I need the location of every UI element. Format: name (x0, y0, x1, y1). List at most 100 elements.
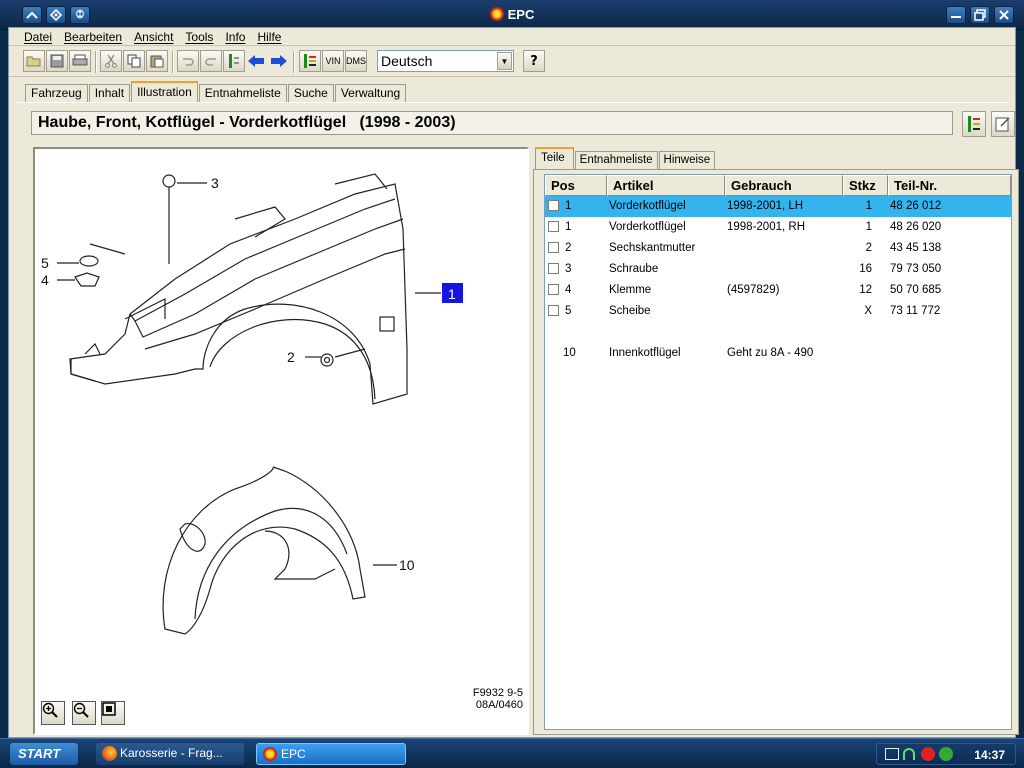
antivirus-icon[interactable] (921, 747, 935, 761)
tab-hinweise[interactable]: Hinweise (658, 151, 716, 169)
chevron-down-icon[interactable]: ▼ (497, 52, 512, 70)
cell-gebrauch: Geht zu 8A - 490 (727, 347, 814, 359)
callout-10[interactable]: 10 (399, 557, 415, 573)
table-row[interactable]: 2 Sechskantmutter 2 43 45 138 (545, 238, 1011, 259)
help-button[interactable]: ? (523, 50, 545, 72)
cell-gebrauch: 1998-2001, RH (727, 221, 805, 233)
menu-tools[interactable]: Tools (185, 28, 213, 45)
callout-2[interactable]: 2 (287, 349, 295, 365)
taskbar: START Karosserie - Frag... EPC 14:37 (0, 738, 1024, 768)
task-epc[interactable]: EPC (256, 743, 406, 765)
row-checkbox[interactable] (548, 284, 559, 295)
tab-illustration[interactable]: Illustration (131, 81, 198, 102)
parts-list-icon[interactable] (299, 50, 321, 72)
table-row[interactable]: 5 Scheibe X 73 11 772 (545, 301, 1011, 322)
parts-list-icon[interactable] (962, 111, 986, 137)
column-teil-nr[interactable]: Teil-Nr. (888, 175, 1011, 196)
paste-icon[interactable] (146, 50, 168, 72)
copy-icon[interactable] (123, 50, 145, 72)
parts-panel: Pos Artikel Gebrauch Stkz Teil-Nr. 1 Vord… (533, 169, 1019, 735)
cell-teil-nr: 50 70 685 (890, 284, 942, 296)
callout-4[interactable]: 4 (41, 272, 49, 288)
open-folder-icon[interactable] (23, 50, 45, 72)
clock[interactable]: 14:37 (974, 748, 1005, 762)
vin-button[interactable]: VIN (322, 50, 344, 72)
tab-verwaltung[interactable]: Verwaltung (334, 84, 407, 102)
language-select[interactable]: Deutsch ▼ (377, 50, 514, 72)
epc-logo-icon (263, 747, 277, 761)
table-row[interactable]: 1 Vorderkotflügel 1998-2001, LH 1 48 26 012 (545, 196, 1011, 217)
menu-bar: Datei Bearbeiten Ansicht Tools Info Hilf… (9, 28, 1015, 46)
parts-table: Pos Artikel Gebrauch Stkz Teil-Nr. 1 Vord… (544, 174, 1012, 730)
row-checkbox[interactable] (548, 242, 559, 253)
app-window: Datei Bearbeiten Ansicht Tools Info Hilf… (8, 27, 1019, 738)
tab-teile[interactable]: Teile (535, 147, 574, 169)
cell-pos: 2 (565, 242, 572, 254)
cell-artikel: Vorderkotflügel (609, 221, 686, 233)
language-value: Deutsch (381, 53, 433, 69)
cell-artikel: Sechskantmutter (609, 242, 696, 254)
tab-entnahmeliste[interactable]: Entnahmeliste (198, 84, 287, 102)
network-icon[interactable] (885, 748, 899, 760)
dms-button[interactable]: DMS (345, 50, 367, 72)
menu-datei[interactable]: Datei (24, 28, 52, 45)
zoom-in-icon[interactable] (41, 701, 65, 725)
column-stkz[interactable]: Stkz (843, 175, 888, 196)
edit-note-icon[interactable] (991, 111, 1015, 137)
tab-suche[interactable]: Suche (287, 84, 334, 102)
arrow-right-icon[interactable] (268, 50, 290, 72)
menu-bearbeiten[interactable]: Bearbeiten (64, 28, 122, 45)
column-pos[interactable]: Pos (545, 175, 607, 196)
column-artikel[interactable]: Artikel (607, 175, 725, 196)
menu-info[interactable]: Info (225, 28, 245, 45)
table-header: Pos Artikel Gebrauch Stkz Teil-Nr. (545, 175, 1011, 196)
save-icon[interactable] (46, 50, 68, 72)
callout-5[interactable]: 5 (41, 255, 49, 271)
minimize-icon[interactable] (946, 6, 966, 24)
chevron-up-icon[interactable] (22, 6, 42, 24)
row-checkbox[interactable] (548, 221, 559, 232)
redo-icon[interactable] (200, 50, 222, 72)
settings-icon[interactable] (46, 6, 66, 24)
menu-hilfe[interactable]: Hilfe (257, 28, 281, 45)
cell-teil-nr: 48 26 020 (890, 221, 942, 233)
system-tray: 14:37 (876, 743, 1016, 765)
zoom-out-icon[interactable] (72, 701, 96, 725)
cell-artikel: Schraube (609, 263, 659, 275)
fit-to-window-icon[interactable] (101, 701, 125, 725)
column-gebrauch[interactable]: Gebrauch (725, 175, 843, 196)
close-icon[interactable] (994, 6, 1014, 24)
wifi-icon[interactable] (903, 748, 915, 760)
table-row[interactable]: 3 Schraube 16 79 73 050 (545, 259, 1011, 280)
menu-ansicht[interactable]: Ansicht (134, 28, 173, 45)
table-row[interactable]: 1 Vorderkotflügel 1998-2001, RH 1 48 26 020 (545, 217, 1011, 238)
callout-1[interactable]: 1 (448, 286, 456, 302)
row-checkbox[interactable] (548, 200, 559, 211)
tab-fahrzeug[interactable]: Fahrzeug (25, 84, 88, 102)
print-icon[interactable] (69, 50, 91, 72)
undo-icon[interactable] (177, 50, 199, 72)
cell-pos: 10 (563, 347, 576, 359)
cell-stkz: 1 (865, 221, 872, 233)
cut-icon[interactable] (100, 50, 122, 72)
table-row[interactable]: 4 Klemme (4597829) 12 50 70 685 (545, 280, 1011, 301)
cell-pos: 1 (565, 200, 572, 212)
cell-gebrauch: 1998-2001, LH (727, 200, 804, 212)
security-icon[interactable] (939, 747, 953, 761)
task-firefox[interactable]: Karosserie - Frag... (96, 743, 244, 765)
row-checkbox[interactable] (548, 263, 559, 274)
tab-inhalt[interactable]: Inhalt (88, 84, 131, 102)
table-row[interactable]: 10 Innenkotflügel Geht zu 8A - 490 (545, 343, 1011, 364)
start-button[interactable]: START (10, 743, 78, 765)
callout-3[interactable]: 3 (211, 175, 219, 191)
fender-illustration[interactable]: 3 5 4 2 10 1 (35, 149, 527, 733)
cell-stkz: 16 (859, 263, 872, 275)
tab-entnahmeliste-detail[interactable]: Entnahmeliste (574, 151, 658, 169)
bookmark-icon[interactable] (223, 50, 245, 72)
cell-stkz: 12 (859, 284, 872, 296)
row-checkbox[interactable] (548, 305, 559, 316)
arrow-left-icon[interactable] (245, 50, 267, 72)
alien-icon[interactable] (70, 6, 90, 24)
main-tabs: Fahrzeug Inhalt Illustration Entnahmelis… (25, 81, 407, 102)
restore-icon[interactable] (970, 6, 990, 24)
